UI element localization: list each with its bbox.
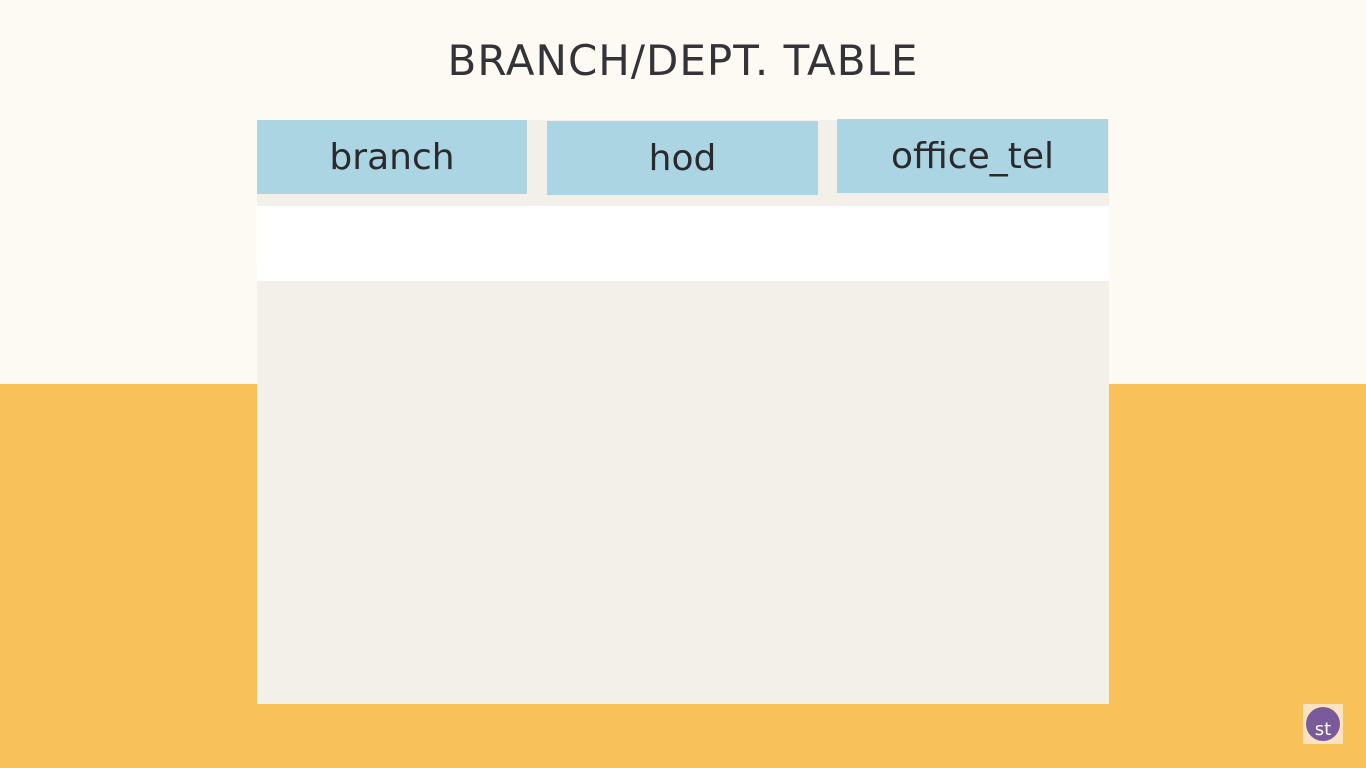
slide-title: BRANCH/DEPT. TABLE	[447, 36, 919, 85]
column-header-branch: branch	[257, 120, 527, 194]
channel-logo-icon: st	[1306, 707, 1340, 741]
table-row	[257, 206, 1109, 281]
channel-logo: st	[1303, 704, 1343, 744]
column-header-office-tel: office_tel	[837, 119, 1108, 193]
table-card: branch hod office_tel	[257, 119, 1109, 704]
column-header-hod: hod	[547, 121, 818, 195]
